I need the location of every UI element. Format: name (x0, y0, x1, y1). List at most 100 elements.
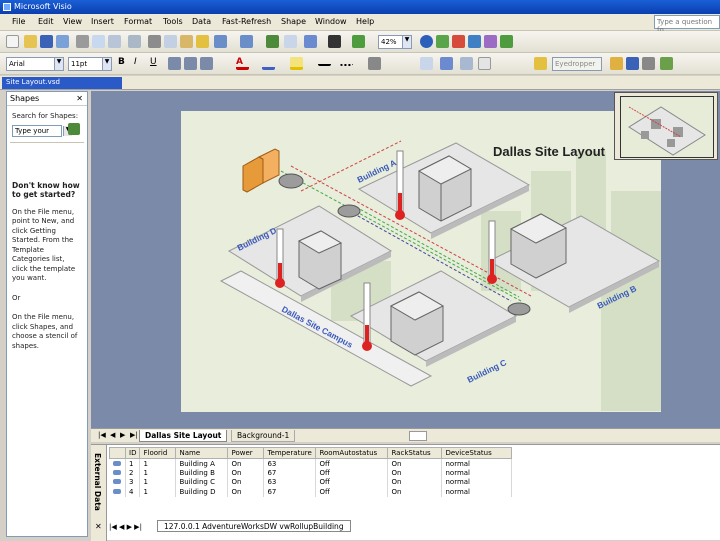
new-icon[interactable] (6, 35, 19, 48)
open-icon[interactable] (24, 35, 37, 48)
table-cell[interactable]: On (387, 477, 443, 487)
table-cell[interactable]: 63 (263, 458, 317, 468)
line-color-icon[interactable] (262, 57, 275, 70)
table-cell[interactable]: 67 (263, 487, 317, 497)
router-b[interactable] (507, 302, 531, 316)
table-cell[interactable]: normal (441, 458, 513, 468)
menu-help[interactable]: Help (356, 17, 374, 26)
table-cell[interactable]: normal (441, 487, 513, 497)
align-left-icon[interactable] (168, 57, 181, 70)
insert-chart-icon[interactable] (500, 35, 513, 48)
theme-icon[interactable] (626, 57, 639, 70)
table-row[interactable]: 4 1 Building D On 67 Off On normal (109, 487, 513, 497)
table-cell[interactable]: On (227, 477, 265, 487)
data-graphics-icon[interactable] (484, 35, 497, 48)
table-cell[interactable]: Off (315, 487, 389, 497)
permission-icon[interactable] (56, 35, 69, 48)
column-header[interactable]: ID (124, 447, 141, 459)
column-header[interactable]: RackStatus (387, 447, 443, 459)
stencil-icon[interactable] (610, 57, 623, 70)
table-cell[interactable]: On (387, 468, 443, 478)
menu-edit[interactable]: Edit (38, 17, 54, 26)
table-cell[interactable]: On (387, 458, 443, 468)
menu-tools[interactable]: Tools (163, 17, 183, 26)
line-weight-icon[interactable] (318, 57, 331, 66)
menu-file[interactable]: File (12, 17, 25, 26)
horizontal-scrollbar[interactable] (409, 431, 427, 441)
table-cell[interactable]: 1 (139, 468, 177, 478)
table-cell[interactable]: 1 (139, 477, 177, 487)
menu-format[interactable]: Format (124, 17, 152, 26)
column-header[interactable]: RoomAutostatus (315, 447, 389, 459)
bring-front-icon[interactable] (420, 57, 433, 70)
table-cell[interactable]: On (227, 487, 265, 497)
underline-icon[interactable]: U (150, 57, 163, 70)
router-a[interactable] (337, 204, 361, 218)
bold-icon[interactable]: B (118, 57, 131, 70)
table-cell[interactable]: Building C (175, 477, 229, 487)
sheet-tab-background[interactable]: Background-1 (231, 430, 296, 442)
table-row[interactable]: 2 1 Building B On 67 Off On normal (109, 468, 513, 478)
align-right-icon[interactable] (200, 57, 213, 70)
format-painter-icon[interactable] (196, 35, 209, 48)
rotate-icon[interactable] (460, 57, 473, 70)
table-cell[interactable]: normal (441, 468, 513, 478)
pan-zoom-window[interactable] (614, 92, 718, 160)
close-icon[interactable]: ✕ (95, 522, 102, 531)
drawing-page[interactable]: Dallas Site Layout Building A Building B… (181, 111, 661, 412)
spelling-icon[interactable] (108, 35, 121, 48)
data-source-tab[interactable]: 127.0.0.1 AdventureWorksDW vwRollupBuild… (157, 520, 351, 532)
column-header[interactable]: Floorid (139, 447, 177, 459)
connector-tool-icon[interactable] (304, 35, 317, 48)
column-header[interactable]: Temperature (263, 447, 317, 459)
font-name-select[interactable]: Arial ▼ (6, 57, 64, 71)
ruler-icon[interactable] (642, 57, 655, 70)
pointer-tool-icon[interactable] (284, 35, 297, 48)
menu-data[interactable]: Data (192, 17, 211, 26)
align-center-icon[interactable] (184, 57, 197, 70)
line-pattern-icon[interactable] (340, 57, 353, 66)
run-icon[interactable] (436, 35, 449, 48)
column-header[interactable]: DeviceStatus (441, 447, 513, 459)
line-ends-icon[interactable] (368, 57, 381, 70)
italic-icon[interactable]: I (134, 57, 147, 70)
table-row[interactable]: 3 1 Building C On 63 Off On normal (109, 477, 513, 487)
document-tab[interactable]: Site Layout.vsd (2, 77, 122, 89)
redo-icon[interactable] (240, 35, 253, 48)
drawing-tools-icon[interactable] (352, 35, 365, 48)
table-row[interactable]: 1 1 Building A On 63 Off On normal (109, 458, 513, 468)
table-cell[interactable]: 1 (139, 458, 177, 468)
copy-icon[interactable] (164, 35, 177, 48)
zoom-select[interactable]: 42% ▼ (378, 35, 412, 49)
sheet-tab-dallas[interactable]: Dallas Site Layout (139, 430, 228, 442)
link-data-icon[interactable] (468, 35, 481, 48)
table-cell[interactable]: Off (315, 468, 389, 478)
fill-color-icon[interactable] (290, 57, 303, 70)
table-cell[interactable]: 2 (125, 468, 141, 478)
table-cell[interactable]: Off (315, 477, 389, 487)
table-cell[interactable]: Off (315, 458, 389, 468)
table-cell[interactable]: 1 (125, 458, 141, 468)
close-icon[interactable]: ✕ (76, 94, 83, 103)
table-cell[interactable]: Building A (175, 458, 229, 468)
paste-icon[interactable] (180, 35, 193, 48)
table-cell[interactable]: On (227, 468, 265, 478)
menu-insert[interactable]: Insert (91, 17, 114, 26)
styles-select[interactable]: Eyedropper (552, 57, 602, 71)
print-preview-icon[interactable] (92, 35, 105, 48)
table-cell[interactable]: On (387, 487, 443, 497)
column-header[interactable]: Name (175, 447, 229, 459)
text-tool-icon[interactable] (328, 35, 341, 48)
cut-icon[interactable] (148, 35, 161, 48)
table-cell[interactable]: On (227, 458, 265, 468)
data-refresh-icon[interactable] (452, 35, 465, 48)
help-icon[interactable] (420, 35, 433, 48)
font-size-select[interactable]: 11pt ▼ (68, 57, 112, 71)
print-icon[interactable] (76, 35, 89, 48)
external-data-grid[interactable]: ID Floorid Name Power Temperature RoomAutosta… (109, 447, 513, 497)
shadow-icon[interactable] (478, 57, 491, 70)
table-cell[interactable]: normal (441, 477, 513, 487)
column-header[interactable]: Power (227, 447, 265, 459)
pan-zoom-thumbnail[interactable] (620, 96, 714, 158)
table-cell[interactable]: Building B (175, 468, 229, 478)
